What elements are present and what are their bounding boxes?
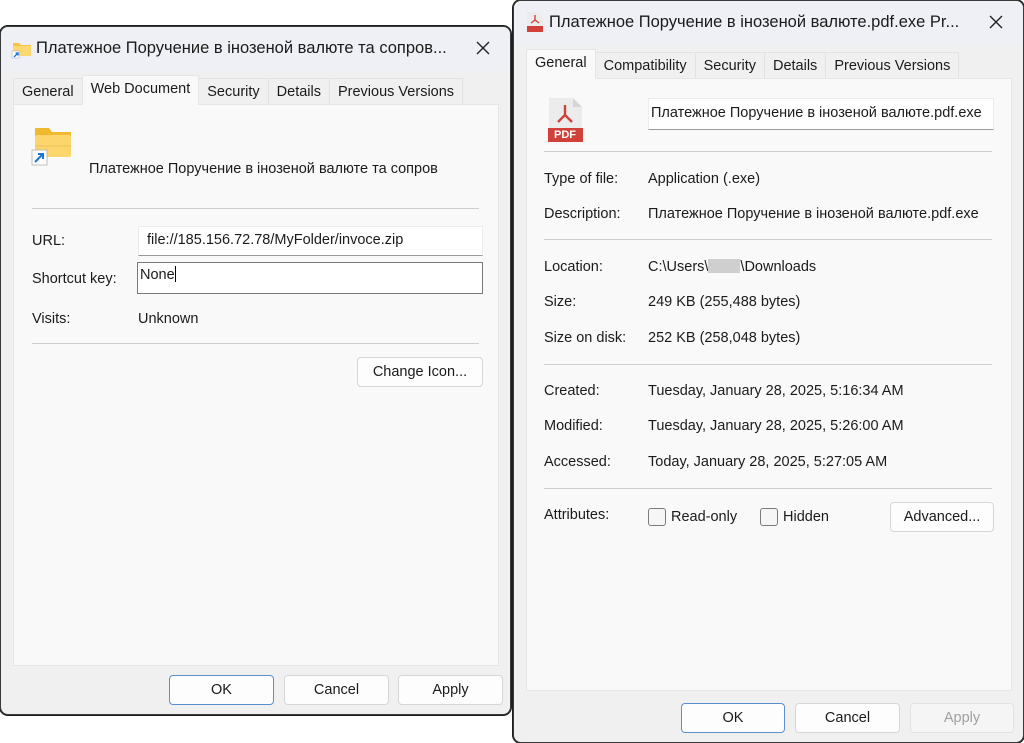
ok-button[interactable]: OK [169, 675, 274, 705]
location-label: Location: [544, 259, 603, 275]
folder-shortcut-icon [11, 43, 31, 59]
advanced-button[interactable]: Advanced... [890, 502, 994, 532]
location-prefix: C:\Users\ [648, 259, 709, 275]
created-label: Created: [544, 383, 600, 399]
change-icon-button[interactable]: Change Icon... [357, 357, 483, 387]
text-caret [174, 266, 176, 282]
divider [544, 488, 992, 489]
divider [32, 343, 479, 344]
shortcut-key-input[interactable]: None [137, 262, 483, 294]
divider [544, 151, 992, 152]
title-bar: Платежное Поручение в інозеной валюте та… [1, 27, 510, 71]
url-input[interactable]: file://185.156.72.78/MyFolder/invoce.zip [138, 226, 483, 256]
accessed-value: Today, January 28, 2025, 5:27:05 AM [648, 454, 888, 470]
tab-details[interactable]: Details [267, 78, 330, 105]
tab-strip: General Web Document Security Details Pr… [13, 75, 464, 105]
file-name-input[interactable]: Платежное Поручение в інозеной валюте.pd… [648, 98, 994, 130]
visits-label: Visits: [32, 311, 71, 327]
type-of-file-value: Application (.exe) [648, 171, 761, 187]
location-value: C:\Users\ \Downloads [648, 259, 816, 275]
location-suffix: \Downloads [740, 259, 817, 275]
hidden-checkbox[interactable] [760, 508, 778, 526]
tab-general[interactable]: General [526, 49, 596, 79]
url-label: URL: [32, 233, 66, 249]
cancel-button[interactable]: Cancel [284, 675, 389, 705]
tab-compatibility[interactable]: Compatibility [594, 52, 696, 79]
tab-general[interactable]: General [13, 78, 83, 105]
apply-button[interactable]: Apply [910, 703, 1014, 733]
modified-value: Tuesday, January 28, 2025, 5:26:00 AM [648, 418, 904, 434]
window-title: Платежное Поручение в інозеной валюте.pd… [549, 13, 960, 31]
size-on-disk-value: 252 KB (258,048 bytes) [648, 330, 801, 346]
shortcut-properties-window: Платежное Поручение в інозеной валюте та… [0, 26, 511, 715]
tab-previous-versions[interactable]: Previous Versions [328, 78, 464, 105]
cancel-button[interactable]: Cancel [795, 703, 900, 733]
accessed-label: Accessed: [544, 454, 611, 470]
web-document-panel: Платежное Поручение в інозеной валюте та… [13, 104, 499, 666]
pdf-file-icon: PDF [547, 97, 583, 143]
visits-value: Unknown [138, 311, 199, 327]
type-of-file-label: Type of file: [544, 171, 619, 187]
folder-shortcut-icon [31, 128, 71, 166]
tab-web-document[interactable]: Web Document [81, 75, 200, 105]
modified-label: Modified: [544, 418, 603, 434]
tab-security[interactable]: Security [198, 78, 269, 105]
size-value: 249 KB (255,488 bytes) [648, 294, 801, 310]
description-value: Платежное Поручение в інозеной валюте.pd… [648, 206, 979, 222]
read-only-checkbox[interactable] [648, 508, 666, 526]
tab-strip: General Compatibility Security Details P… [526, 49, 960, 79]
attributes-label: Attributes: [544, 507, 610, 523]
tab-security[interactable]: Security [694, 52, 765, 79]
size-on-disk-label: Size on disk: [544, 330, 627, 346]
description-label: Description: [544, 206, 621, 222]
tab-details[interactable]: Details [763, 52, 827, 79]
file-properties-window: Платежное Поручение в інозеной валюте.pd… [513, 0, 1024, 743]
shortcut-key-value: None [140, 267, 175, 283]
created-value: Tuesday, January 28, 2025, 5:16:34 AM [648, 383, 904, 399]
ok-button[interactable]: OK [681, 703, 785, 733]
redacted-username [708, 259, 741, 273]
apply-button[interactable]: Apply [398, 675, 503, 705]
divider [544, 364, 992, 365]
read-only-label[interactable]: Read-only [671, 509, 737, 525]
file-name: Платежное Поручение в інозеной валюте та… [89, 161, 438, 177]
close-icon[interactable] [983, 9, 1009, 35]
tab-previous-versions[interactable]: Previous Versions [825, 52, 960, 79]
window-title: Платежное Поручение в інозеной валюте та… [36, 39, 447, 57]
pdf-badge: PDF [554, 129, 576, 141]
close-icon[interactable] [470, 35, 496, 61]
divider [32, 208, 479, 209]
shortcut-key-label: Shortcut key: [32, 271, 117, 287]
size-label: Size: [544, 294, 577, 310]
general-panel: PDF Платежное Поручение в інозеной валют… [526, 78, 1012, 691]
hidden-label[interactable]: Hidden [783, 509, 829, 525]
pdf-file-icon [527, 12, 543, 32]
divider [544, 239, 992, 240]
title-bar: Платежное Поручение в інозеной валюте.pd… [514, 1, 1023, 45]
